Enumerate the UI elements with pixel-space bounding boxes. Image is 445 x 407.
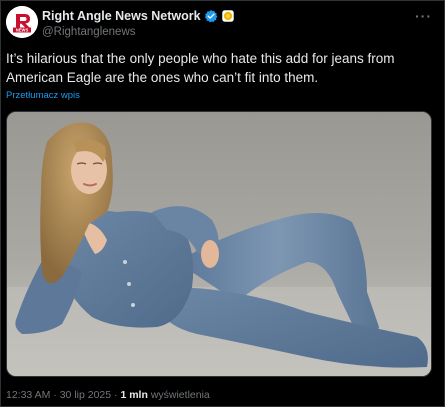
logo-icon: NEWS: [6, 6, 38, 38]
tweet-footer: 12:33 AM · 30 lip 2025 · 1 mln wyświetle…: [6, 389, 210, 401]
photo-image: [7, 112, 431, 376]
avatar[interactable]: NEWS: [6, 6, 38, 38]
footer-separator: ·: [53, 389, 57, 401]
more-icon[interactable]: ···: [415, 8, 432, 24]
avatar-logo-text: NEWS: [16, 28, 29, 33]
tweet-header: NEWS Right Angle News Network @Rightangl…: [6, 6, 436, 42]
verified-badge-icon[interactable]: [204, 9, 218, 23]
views-label: wyświetlenia: [150, 389, 210, 401]
tweet-date[interactable]: 30 lip 2025: [60, 389, 111, 401]
tweet-time[interactable]: 12:33 AM: [6, 389, 50, 401]
tweet-photo[interactable]: [6, 111, 432, 377]
tweet-card: NEWS Right Angle News Network @Rightangl…: [0, 0, 445, 407]
views-count: 1 mln: [120, 389, 148, 401]
tweet-text: It’s hilarious that the only people who …: [6, 51, 395, 85]
name-row: Right Angle News Network: [42, 9, 235, 23]
affiliate-badge-icon[interactable]: [221, 9, 235, 23]
handle[interactable]: @Rightanglenews: [42, 26, 136, 38]
footer-separator: ·: [114, 389, 118, 401]
translate-link[interactable]: Przetłumacz wpis: [6, 90, 80, 101]
display-name[interactable]: Right Angle News Network: [42, 9, 201, 23]
